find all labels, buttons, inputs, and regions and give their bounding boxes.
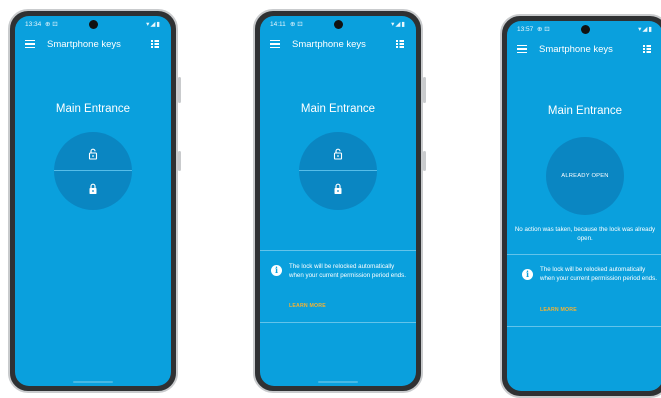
lock-control — [299, 132, 377, 210]
app-bar: Smartphone keys — [15, 32, 171, 58]
list-icon[interactable] — [151, 40, 159, 48]
system-icons: ▾◢▮ — [146, 21, 161, 28]
learn-more-link[interactable]: LEARN MORE — [540, 307, 577, 313]
notice-text: The lock will be relocked automatically … — [540, 266, 657, 282]
front-camera — [333, 20, 343, 29]
menu-icon[interactable] — [25, 40, 35, 48]
notice-divider-bottom — [260, 322, 416, 323]
status-bar: 13:34 ⊕ ⊡ ▾◢▮ — [15, 18, 171, 32]
front-camera — [88, 20, 98, 29]
list-icon[interactable] — [643, 45, 651, 53]
info-icon: i — [522, 269, 533, 280]
status-bar: 13:57 ⊕ ⊡ ▾◢▮ — [507, 23, 661, 37]
notice-divider-top — [507, 254, 661, 255]
phone-screen: 13:34 ⊕ ⊡ ▾◢▮ Smartphone keys Main Entra… — [15, 16, 171, 386]
no-action-message: No action was taken, because the lock wa… — [514, 226, 656, 242]
phone-frame-3: 13:57 ⊕ ⊡ ▾◢▮ Smartphone keys Main Entra… — [500, 14, 661, 398]
status-time: 14:11 — [270, 21, 286, 28]
app-title: Smartphone keys — [539, 44, 613, 55]
lock-open-icon — [88, 148, 98, 160]
unlock-button[interactable] — [299, 132, 377, 171]
system-icons: ▾◢▮ — [391, 21, 406, 28]
notice-text: The lock will be relocked automatically … — [289, 263, 406, 279]
notice-divider-bottom — [507, 326, 661, 327]
lock-button[interactable] — [54, 171, 132, 210]
lock-icon — [334, 183, 342, 194]
phone-screen: 13:57 ⊕ ⊡ ▾◢▮ Smartphone keys Main Entra… — [507, 21, 661, 391]
lock-open-icon — [333, 148, 343, 160]
door-name: Main Entrance — [547, 105, 623, 117]
unlock-button[interactable] — [54, 132, 132, 171]
status-notification-icons: ⊕ ⊡ — [45, 21, 58, 28]
status-time: 13:57 — [517, 26, 534, 33]
side-button — [423, 151, 426, 171]
door-name: Main Entrance — [55, 103, 131, 115]
status-time: 13:34 — [25, 21, 42, 28]
door-name: Main Entrance — [300, 103, 376, 115]
phone-frame-2: 14:11 ⊕ ⊡ ▾◢▮ Smartphone keys Main Entra… — [253, 9, 426, 393]
list-icon[interactable] — [396, 40, 404, 48]
already-open-indicator: ALREADY OPEN — [546, 137, 624, 215]
phone-screen: 14:11 ⊕ ⊡ ▾◢▮ Smartphone keys Main Entra… — [260, 16, 416, 386]
lock-button[interactable] — [299, 171, 377, 210]
learn-more-link[interactable]: LEARN MORE — [289, 303, 326, 309]
lock-icon — [89, 183, 97, 194]
app-bar: Smartphone keys — [507, 37, 661, 63]
notice-divider-top — [260, 250, 416, 251]
app-title: Smartphone keys — [292, 39, 366, 50]
app-title: Smartphone keys — [47, 39, 121, 50]
status-notification-icons: ⊕ ⊡ — [290, 21, 303, 28]
home-indicator — [318, 381, 358, 383]
side-button — [178, 151, 181, 171]
system-icons: ▾◢▮ — [638, 26, 653, 33]
lock-control — [54, 132, 132, 210]
home-indicator — [73, 381, 113, 383]
status-bar: 14:11 ⊕ ⊡ ▾◢▮ — [260, 18, 416, 32]
menu-icon[interactable] — [270, 40, 280, 48]
info-icon: i — [271, 265, 282, 276]
side-button — [178, 77, 181, 103]
already-open-label: ALREADY OPEN — [561, 173, 609, 179]
front-camera — [580, 25, 590, 34]
app-bar: Smartphone keys — [260, 32, 416, 58]
side-button — [423, 77, 426, 103]
status-notification-icons: ⊕ ⊡ — [537, 26, 550, 33]
phone-frame-1: 13:34 ⊕ ⊡ ▾◢▮ Smartphone keys Main Entra… — [8, 9, 181, 393]
menu-icon[interactable] — [517, 45, 527, 53]
